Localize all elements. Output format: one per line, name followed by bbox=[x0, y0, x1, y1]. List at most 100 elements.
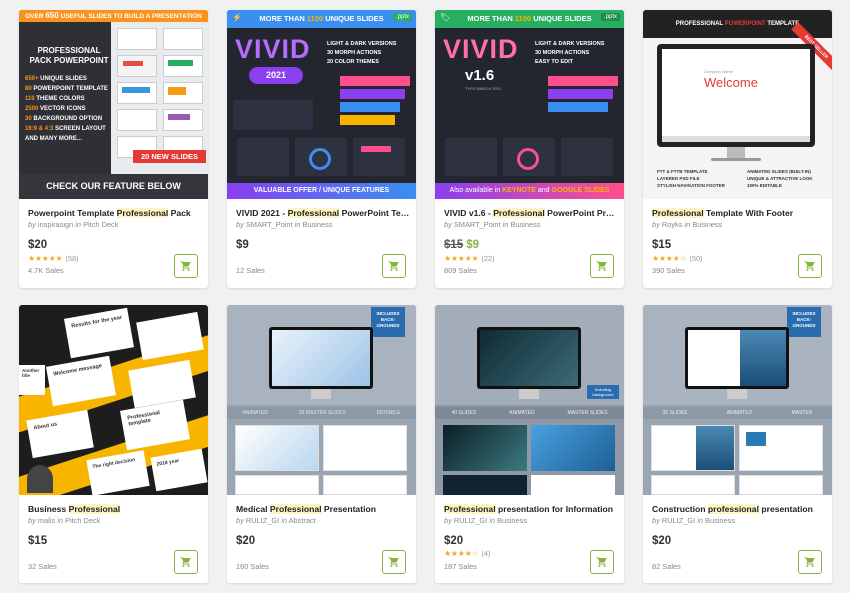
product-thumbnail[interactable]: MORE THAN 1100 UNIQUE SLIDES ⚡ .pptx VIV… bbox=[227, 10, 416, 199]
product-grid: OVER 650 USEFUL SLIDES TO BUILD A PRESEN… bbox=[0, 0, 850, 593]
star-icon: ★ bbox=[457, 549, 465, 558]
product-title[interactable]: Medical Professional Presentation bbox=[236, 504, 410, 514]
feature-strip: 30 SLIDES ANIMATED MASTER bbox=[643, 407, 832, 419]
shopping-cart-icon bbox=[388, 261, 399, 271]
product-card[interactable]: Results for the year Welcome message Pro… bbox=[19, 305, 208, 583]
author-link[interactable]: malis bbox=[38, 516, 55, 525]
tag-icon: 🏷 bbox=[440, 13, 451, 22]
sales-count: 390 Sales bbox=[652, 266, 685, 275]
sales-count: 187 Sales bbox=[444, 562, 477, 571]
star-icon: ★ bbox=[665, 254, 673, 263]
category-link[interactable]: Business bbox=[302, 220, 332, 229]
shopping-cart-icon bbox=[596, 557, 607, 567]
feature-item: STYLISH NAVIGATION FOOTER bbox=[657, 183, 725, 188]
slide-previews bbox=[237, 138, 409, 180]
slide-card: Results for the year bbox=[64, 307, 134, 359]
color-bars bbox=[322, 74, 412, 134]
thumb-banner: OVER 650 USEFUL SLIDES TO BUILD A PRESEN… bbox=[19, 10, 208, 22]
features-right: ANIMATED SLIDES (BUILT-IN) UNIQUE & ATTR… bbox=[747, 168, 813, 189]
add-to-cart-button[interactable] bbox=[382, 550, 406, 574]
sales-count: 32 Sales bbox=[28, 562, 57, 571]
features-left: FTT & FTTB TEMPLATE LAYERED PSD FILE STY… bbox=[657, 168, 725, 189]
category-link[interactable]: Pitch Deck bbox=[83, 220, 118, 229]
strip-item: ANIMATED bbox=[242, 410, 268, 416]
add-to-cart-button[interactable] bbox=[382, 254, 406, 278]
feature-item: LAYERED PSD FILE bbox=[657, 176, 700, 181]
product-byline: by Royks in Business bbox=[652, 220, 723, 229]
product-thumbnail[interactable]: Results for the year Welcome message Pro… bbox=[19, 305, 208, 495]
star-icon: ★ bbox=[652, 254, 659, 263]
product-title[interactable]: VIVID v1.6 - Professional PowerPoint Pre… bbox=[444, 208, 618, 218]
product-thumbnail[interactable]: INCLUDES BACK-GROUNDS 30 SLIDES ANIMATED M… bbox=[643, 305, 832, 495]
product-title[interactable]: Business Professional bbox=[28, 504, 202, 514]
star-empty-icon: ☆ bbox=[679, 254, 687, 263]
author-link[interactable]: RULIZ_GI bbox=[454, 516, 487, 525]
strip-item: 40 SLIDES bbox=[451, 410, 477, 416]
thumb-banner: MORE THAN 1100 UNIQUE SLIDES bbox=[435, 10, 624, 28]
product-card[interactable]: Including background 40 SLIDES ANIMATED MA… bbox=[435, 305, 624, 583]
author-link[interactable]: RULIZ_GI bbox=[246, 516, 279, 525]
product-byline: by RULIZ_GI in Business bbox=[652, 516, 736, 525]
product-price: $20 bbox=[652, 535, 672, 547]
color-bars bbox=[530, 74, 620, 134]
add-to-cart-button[interactable] bbox=[590, 254, 614, 278]
product-title[interactable]: Powerpoint Template Professional Pack bbox=[28, 208, 202, 218]
star-icon: ★ bbox=[471, 254, 479, 263]
author-link[interactable]: SMART_Point bbox=[454, 220, 501, 229]
product-title[interactable]: VIVID 2021 - Professional PowerPoint Tem… bbox=[236, 208, 410, 218]
rating: ★★★★☆ (50) bbox=[652, 254, 703, 263]
category-link[interactable]: Abstract bbox=[289, 516, 316, 525]
including-background-badge: Including background bbox=[587, 385, 619, 399]
add-to-cart-button[interactable] bbox=[798, 254, 822, 278]
thumb-footer: VALUABLE OFFER / UNIQUE FEATURES bbox=[227, 183, 416, 199]
new-slides-badge: 20 NEW SLIDES bbox=[133, 150, 206, 163]
rating-count: (22) bbox=[481, 254, 495, 263]
old-price: $15 bbox=[444, 239, 464, 251]
vivid-logo: VIVID bbox=[443, 34, 519, 64]
feature-item: AND MANY MORE... bbox=[25, 136, 82, 142]
product-thumbnail[interactable]: PROFESSIONAL POWERPOINT TEMPLATE BEST SE… bbox=[643, 10, 832, 199]
author-link[interactable]: Royks bbox=[662, 220, 683, 229]
feature-item: 2500 VECTOR ICONS bbox=[25, 106, 86, 112]
add-to-cart-button[interactable] bbox=[174, 254, 198, 278]
product-title[interactable]: Professional Template With Footer bbox=[652, 208, 826, 218]
star-icon: ★ bbox=[28, 254, 35, 263]
category-link[interactable]: Business bbox=[692, 220, 722, 229]
screen-company: Company Name bbox=[704, 69, 733, 74]
product-thumbnail[interactable]: INCLUDES BACK-GROUNDS ANIMATED 25 MASTER … bbox=[227, 305, 416, 495]
product-card[interactable]: MORE THAN 1100 UNIQUE SLIDES 🏷 .pptx VIV… bbox=[435, 10, 624, 288]
product-card[interactable]: INCLUDES BACK-GROUNDS 30 SLIDES ANIMATED M… bbox=[643, 305, 832, 583]
product-title[interactable]: Construction professional presentation bbox=[652, 504, 826, 514]
product-card[interactable]: INCLUDES BACK-GROUNDS ANIMATED 25 MASTER … bbox=[227, 305, 416, 583]
category-link[interactable]: Pitch Deck bbox=[65, 516, 100, 525]
product-byline: by SMART_Point in Business bbox=[444, 220, 541, 229]
author-link[interactable]: RULIZ_GI bbox=[662, 516, 695, 525]
star-icon: ★ bbox=[464, 549, 472, 558]
sales-count: 809 Sales bbox=[444, 266, 477, 275]
rating-count: (58) bbox=[65, 254, 79, 263]
add-to-cart-button[interactable] bbox=[174, 550, 198, 574]
product-price: $20 bbox=[444, 535, 464, 547]
product-price: $20 bbox=[28, 239, 48, 251]
feature-item: 30 MORPH ACTIONS bbox=[535, 50, 590, 56]
add-to-cart-button[interactable] bbox=[798, 550, 822, 574]
product-card[interactable]: PROFESSIONAL POWERPOINT TEMPLATE BEST SE… bbox=[643, 10, 832, 288]
feature-item: 80 POWERPOINT TEMPLATE bbox=[25, 86, 108, 92]
vivid-logo: VIVID bbox=[235, 34, 311, 64]
category-link[interactable]: Business bbox=[497, 516, 527, 525]
product-card[interactable]: OVER 650 USEFUL SLIDES TO BUILD A PRESEN… bbox=[19, 10, 208, 288]
category-link[interactable]: Business bbox=[510, 220, 540, 229]
product-thumbnail[interactable]: Including background 40 SLIDES ANIMATED MA… bbox=[435, 305, 624, 495]
product-thumbnail[interactable]: OVER 650 USEFUL SLIDES TO BUILD A PRESEN… bbox=[19, 10, 208, 199]
monitor-mockup bbox=[269, 327, 373, 389]
product-title[interactable]: Professional presentation for Informatio… bbox=[444, 504, 618, 514]
author-link[interactable]: inspirasign bbox=[38, 220, 73, 229]
add-to-cart-button[interactable] bbox=[590, 550, 614, 574]
includes-backgrounds-badge: INCLUDES BACK-GROUNDS bbox=[787, 307, 821, 337]
feature-item: 110 THEME COLORS bbox=[25, 96, 85, 102]
lightning-icon: ⚡ bbox=[232, 13, 242, 22]
author-link[interactable]: SMART_Point bbox=[246, 220, 293, 229]
product-card[interactable]: MORE THAN 1100 UNIQUE SLIDES ⚡ .pptx VIV… bbox=[227, 10, 416, 288]
product-thumbnail[interactable]: MORE THAN 1100 UNIQUE SLIDES 🏷 .pptx VIV… bbox=[435, 10, 624, 199]
category-link[interactable]: Business bbox=[705, 516, 735, 525]
